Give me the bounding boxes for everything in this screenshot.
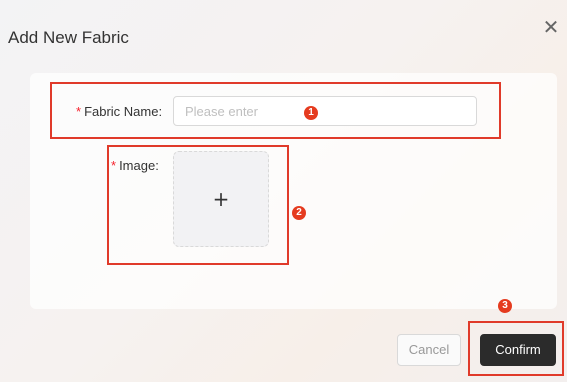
highlight-box-image	[107, 145, 289, 265]
close-icon[interactable]: ✕	[538, 16, 564, 42]
confirm-button[interactable]: Confirm	[480, 334, 556, 366]
highlight-box-fabric-name	[50, 82, 501, 139]
dialog-title: Add New Fabric	[8, 28, 129, 47]
cancel-button[interactable]: Cancel	[397, 334, 461, 366]
step-badge-3: 3	[498, 299, 512, 313]
step-badge-1: 1	[304, 106, 318, 120]
add-fabric-dialog: Add New Fabric ✕ *Fabric Name: *Image: +…	[0, 0, 567, 382]
step-badge-2: 2	[292, 206, 306, 220]
